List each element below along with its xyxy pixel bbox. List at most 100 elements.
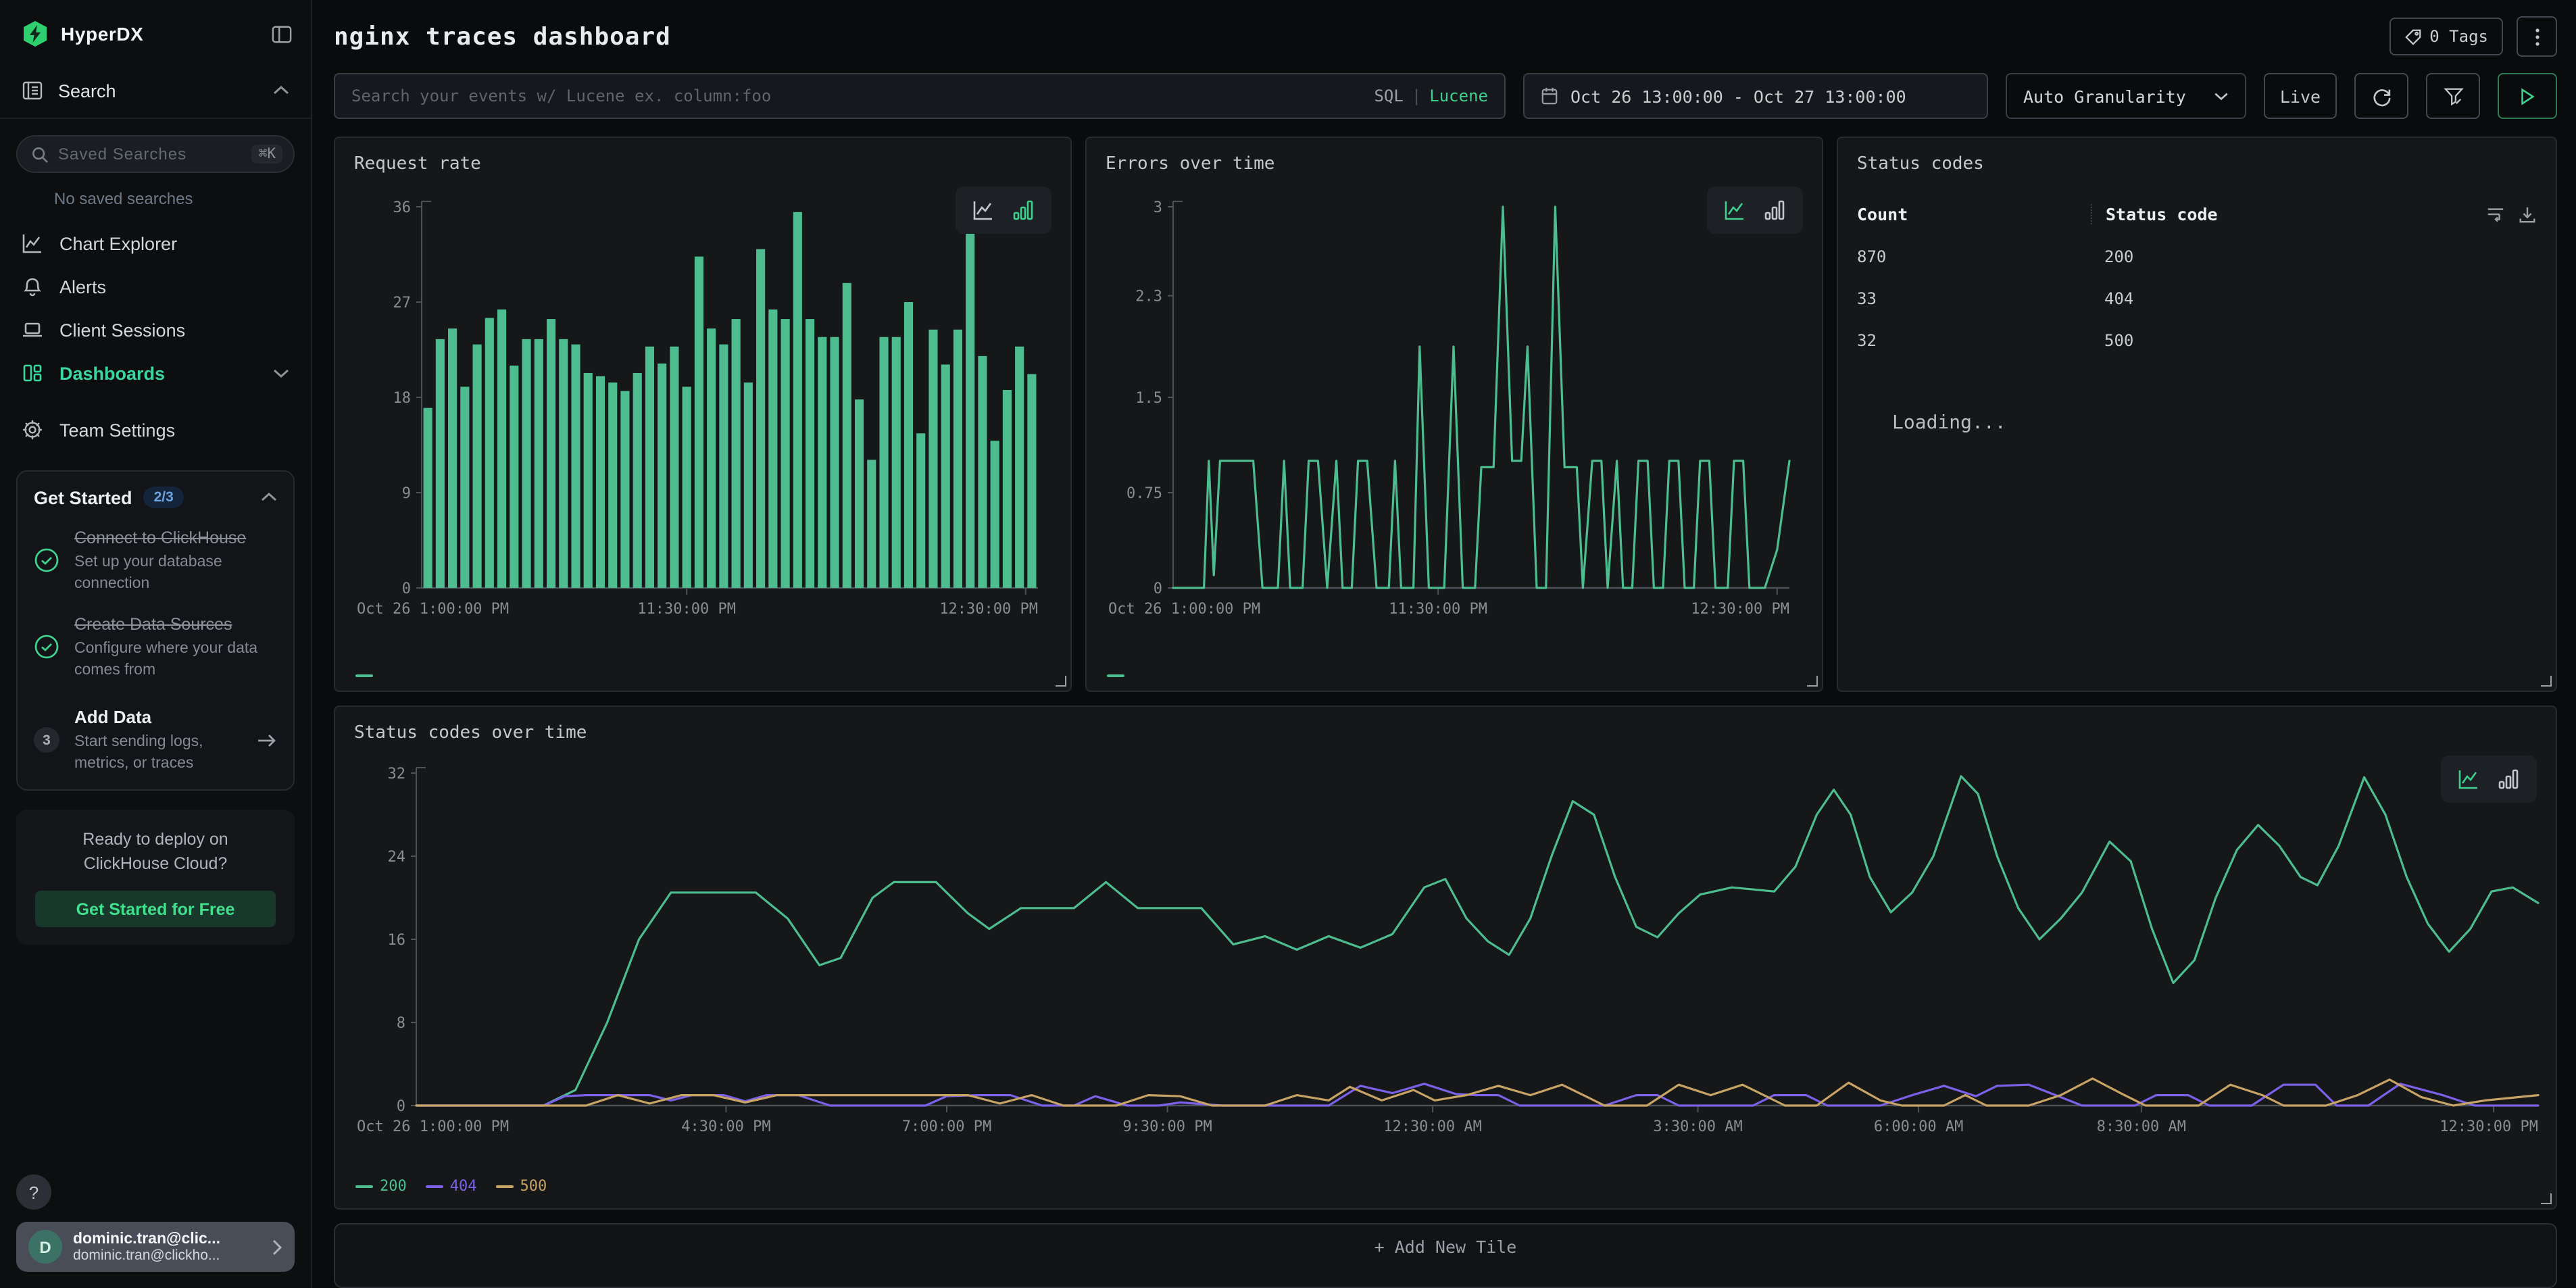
chart-view-toggle: [1707, 187, 1803, 234]
errors-over-time-chart[interactable]: 32.31.50.750Oct 26 1:00:00 PM11:30:00 PM…: [1106, 185, 1803, 639]
svg-text:11:30:00 PM: 11:30:00 PM: [1389, 601, 1487, 618]
table-row[interactable]: 870200: [1857, 247, 2537, 266]
svg-text:8:30:00 AM: 8:30:00 AM: [2097, 1118, 2186, 1135]
get-started-title: Get Started: [34, 487, 132, 507]
sidebar-item-dashboards[interactable]: Dashboards: [0, 351, 311, 395]
sidebar: HyperDX Search Saved Searches ⌘K No save…: [0, 0, 312, 1288]
app: HyperDX Search Saved Searches ⌘K No save…: [0, 0, 2576, 1288]
tile-errors-over-time: Errors over time 32.31.50.750Oct 26 1:00…: [1085, 137, 1823, 692]
legend-item[interactable]: [1107, 674, 1124, 677]
status-codes-table: Count Status code 870200 33404 32500 Loa…: [1857, 204, 2537, 434]
play-icon: [2519, 87, 2535, 105]
get-started-step-1[interactable]: Connect to ClickHouse Set up your databa…: [34, 526, 277, 595]
legend-swatch: [496, 1185, 514, 1188]
sidebar-item-search[interactable]: Search: [0, 66, 311, 119]
granularity-select[interactable]: Auto Granularity: [2006, 73, 2246, 119]
tile-title: Request rate: [354, 154, 1051, 174]
legend-swatch: [426, 1185, 443, 1188]
chart-view-toggle: [2441, 756, 2537, 803]
check-circle-icon: [34, 634, 59, 660]
svg-text:0.75: 0.75: [1126, 485, 1162, 502]
search-page-icon: [22, 80, 43, 101]
tile-resize-handle[interactable]: [2541, 1194, 2552, 1205]
filter-button[interactable]: [2426, 73, 2480, 119]
user-name: dominic.tran@clic...: [73, 1231, 261, 1247]
request-rate-chart[interactable]: 36271890Oct 26 1:00:00 PM11:30:00 PM12:3…: [354, 185, 1051, 639]
chevron-up-icon[interactable]: [273, 85, 289, 96]
time-range-picker[interactable]: Oct 26 13:00:00 - Oct 27 13:00:00: [1523, 73, 1988, 119]
time-range-value: Oct 26 13:00:00 - Oct 27 13:00:00: [1570, 86, 1906, 106]
svg-text:32: 32: [388, 766, 406, 783]
event-search-input[interactable]: Search your events w/ Lucene ex. column:…: [334, 73, 1506, 119]
legend-item[interactable]: [355, 674, 373, 677]
line-chart-toggle-icon[interactable]: [972, 199, 995, 222]
help-button[interactable]: ?: [16, 1174, 51, 1210]
saved-searches-input[interactable]: Saved Searches ⌘K: [16, 135, 295, 173]
tile-resize-handle[interactable]: [1056, 676, 1066, 687]
no-saved-searches-text: No saved searches: [54, 189, 311, 208]
sidebar-collapse-icon[interactable]: [272, 24, 292, 44]
step-subtitle: Set up your database connection: [74, 553, 277, 595]
status-codes-over-time-chart[interactable]: 32241680Oct 26 1:00:00 PM4:30:00 PM7:00:…: [354, 754, 2554, 1160]
tags-label: 0 Tags: [2429, 27, 2488, 46]
table-row[interactable]: 32500: [1857, 331, 2537, 350]
table-row[interactable]: 33404: [1857, 289, 2537, 308]
bar-chart-toggle-icon[interactable]: [1764, 199, 1787, 222]
chart-legend: [1107, 674, 1124, 677]
get-started-progress-badge: 2/3: [143, 487, 184, 508]
tile-resize-handle[interactable]: [1807, 676, 1818, 687]
tag-icon: [2404, 28, 2421, 45]
loading-text: Loading...: [1892, 412, 2537, 434]
more-menu-button[interactable]: [2517, 16, 2557, 57]
chart-legend: [355, 674, 373, 677]
user-menu[interactable]: D dominic.tran@clic... dominic.tran@clic…: [16, 1222, 295, 1272]
svg-text:0: 0: [1154, 580, 1162, 597]
query-language-toggle[interactable]: SQL|Lucene: [1374, 86, 1488, 105]
svg-text:0: 0: [402, 580, 411, 597]
download-icon[interactable]: [2518, 205, 2537, 224]
get-started-step-3[interactable]: 3 Add Data Start sending logs, metrics, …: [34, 705, 277, 774]
bar-chart-toggle-icon[interactable]: [1012, 199, 1035, 222]
sort-rows-icon[interactable]: [2485, 205, 2506, 224]
get-started-card: Get Started 2/3 Connect to ClickHouse Se…: [16, 470, 295, 791]
live-button[interactable]: Live: [2264, 73, 2337, 119]
svg-text:6:00:00 AM: 6:00:00 AM: [1874, 1118, 1963, 1135]
bar-chart-toggle-icon[interactable]: [2498, 768, 2521, 791]
sidebar-item-chart-explorer[interactable]: Chart Explorer: [0, 222, 311, 265]
svg-text:2.3: 2.3: [1135, 289, 1162, 305]
legend-swatch: [355, 1185, 373, 1188]
column-header-status-code[interactable]: Status code: [2091, 204, 2485, 224]
table-header-row: Count Status code: [1857, 204, 2537, 224]
svg-text:0: 0: [397, 1098, 405, 1115]
calendar-icon: [1541, 86, 1558, 105]
line-chart-toggle-icon[interactable]: [1723, 199, 1746, 222]
legend-item[interactable]: 500: [496, 1178, 547, 1195]
column-header-count[interactable]: Count: [1857, 204, 2091, 224]
run-query-button[interactable]: [2498, 73, 2557, 119]
sql-toggle: SQL: [1374, 86, 1403, 105]
sidebar-item-team-settings[interactable]: Team Settings: [0, 408, 311, 451]
tile-resize-handle[interactable]: [2541, 676, 2552, 687]
svg-text:12:30:00 PM: 12:30:00 PM: [1691, 601, 1789, 618]
line-chart-toggle-icon[interactable]: [2457, 768, 2480, 791]
app-title: HyperDX: [61, 23, 259, 45]
get-started-step-2[interactable]: Create Data Sources Configure where your…: [34, 612, 277, 681]
svg-text:8: 8: [397, 1015, 405, 1032]
legend-item[interactable]: 404: [426, 1178, 477, 1195]
filter-icon: [2443, 86, 2463, 106]
get-started-free-button[interactable]: Get Started for Free: [35, 891, 276, 928]
tile-request-rate: Request rate 36271890Oct 26 1:00:00 PM11…: [334, 137, 1072, 692]
tags-button[interactable]: 0 Tags: [2389, 18, 2503, 55]
add-new-tile-button[interactable]: + Add New Tile: [334, 1224, 2557, 1288]
tile-title: Status codes: [1857, 154, 2537, 174]
tile-title: Errors over time: [1106, 154, 1803, 174]
granularity-value: Auto Granularity: [2023, 86, 2186, 106]
sidebar-item-client-sessions[interactable]: Client Sessions: [0, 308, 311, 351]
refresh-button[interactable]: [2354, 73, 2408, 119]
chevron-down-icon[interactable]: [273, 368, 289, 378]
chevron-up-icon[interactable]: [261, 492, 277, 503]
legend-item[interactable]: 200: [355, 1178, 407, 1195]
add-new-tile-label: + Add New Tile: [1374, 1237, 1517, 1287]
tile-title: Status codes over time: [354, 723, 2537, 743]
sidebar-item-alerts[interactable]: Alerts: [0, 265, 311, 308]
